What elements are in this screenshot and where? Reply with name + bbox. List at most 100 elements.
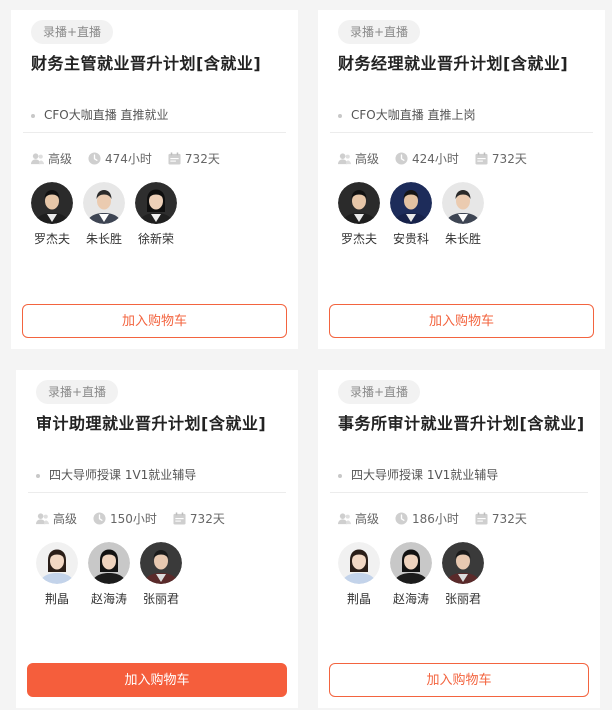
- meta-hours-text: 424小时: [412, 152, 459, 166]
- teacher-item[interactable]: 荆晶: [36, 542, 78, 607]
- teacher-name: 赵海涛: [392, 592, 429, 606]
- course-feature: 四大导师授课 1V1就业辅导: [36, 466, 288, 483]
- meta-level: 高级: [338, 510, 379, 527]
- level-icon: [31, 153, 44, 165]
- add-to-cart-button[interactable]: 加入购物车: [22, 304, 287, 338]
- meta-level-text: 高级: [355, 512, 380, 526]
- teacher-list: 罗杰夫 安贵科 朱长胜: [338, 182, 595, 247]
- bullet-dot: [338, 473, 342, 478]
- teacher-avatar[interactable]: [135, 182, 177, 224]
- course-feature: CFO大咖直播 直推上岗: [338, 106, 595, 123]
- divider: [330, 132, 593, 133]
- course-title[interactable]: 审计助理就业晋升计划[含就业]: [36, 410, 288, 434]
- course-meta: 高级 186小时 732天: [338, 510, 590, 527]
- meta-days: 732天: [475, 150, 527, 167]
- clock-icon: [395, 152, 408, 165]
- meta-hours: 186小时: [395, 510, 459, 527]
- teacher-avatar[interactable]: [338, 182, 380, 224]
- teacher-name: 荆晶: [346, 592, 371, 606]
- meta-hours: 424小时: [395, 150, 459, 167]
- course-title[interactable]: 事务所审计就业晋升计划[含就业]: [338, 410, 590, 434]
- meta-days-text: 732天: [491, 512, 527, 526]
- course-type-badge: 录播+直播: [338, 20, 421, 44]
- meta-hours: 474小时: [88, 150, 152, 167]
- calendar-icon: [475, 512, 488, 525]
- level-icon: [338, 153, 351, 165]
- teacher-item[interactable]: 荆晶: [338, 542, 380, 607]
- teacher-item[interactable]: 张丽君: [442, 542, 484, 607]
- teacher-avatar[interactable]: [140, 542, 182, 584]
- course-type-badge: 录播+直播: [338, 380, 421, 404]
- course-meta: 高级 150小时 732天: [36, 510, 288, 527]
- meta-days-text: 732天: [184, 152, 220, 166]
- teacher-avatar[interactable]: [442, 542, 484, 584]
- calendar-icon: [168, 152, 181, 165]
- teacher-item[interactable]: 罗杰夫: [31, 182, 73, 247]
- level-icon: [36, 513, 49, 525]
- course-feature-text: CFO大咖直播 直推上岗: [351, 108, 476, 122]
- meta-days-text: 732天: [491, 152, 527, 166]
- meta-level: 高级: [31, 150, 72, 167]
- course-meta: 高级 474小时 732天: [31, 150, 288, 167]
- course-feature: 四大导师授课 1V1就业辅导: [338, 466, 590, 483]
- teacher-name: 荆晶: [44, 592, 69, 606]
- course-type-badge: 录播+直播: [31, 20, 114, 44]
- meta-days: 732天: [173, 510, 225, 527]
- teacher-name: 赵海涛: [90, 592, 127, 606]
- divider: [28, 492, 286, 493]
- teacher-item[interactable]: 朱长胜: [442, 182, 484, 247]
- course-card: 录播+直播 财务主管就业晋升计划[含就业] CFO大咖直播 直推就业 高级 47…: [11, 10, 298, 349]
- divider: [330, 492, 588, 493]
- teacher-avatar[interactable]: [83, 182, 125, 224]
- clock-icon: [88, 152, 101, 165]
- course-card: 录播+直播 审计助理就业晋升计划[含就业] 四大导师授课 1V1就业辅导 高级 …: [16, 370, 298, 708]
- teacher-avatar[interactable]: [338, 542, 380, 584]
- divider: [23, 132, 286, 133]
- teacher-item[interactable]: 罗杰夫: [338, 182, 380, 247]
- clock-icon: [395, 512, 408, 525]
- meta-level-text: 高级: [53, 512, 78, 526]
- add-to-cart-button[interactable]: 加入购物车: [329, 304, 594, 338]
- teacher-avatar[interactable]: [390, 182, 432, 224]
- teacher-name: 罗杰夫: [340, 232, 377, 246]
- teacher-avatar[interactable]: [88, 542, 130, 584]
- teacher-name: 朱长胜: [85, 232, 122, 246]
- course-title[interactable]: 财务经理就业晋升计划[含就业]: [338, 50, 595, 74]
- course-feature-text: 四大导师授课 1V1就业辅导: [351, 468, 499, 482]
- teacher-name: 罗杰夫: [33, 232, 70, 246]
- teacher-name: 张丽君: [142, 592, 179, 606]
- meta-days: 732天: [168, 150, 220, 167]
- calendar-icon: [173, 512, 186, 525]
- bullet-dot: [31, 113, 35, 118]
- teacher-item[interactable]: 赵海涛: [390, 542, 432, 607]
- teacher-item[interactable]: 张丽君: [140, 542, 182, 607]
- teacher-avatar[interactable]: [390, 542, 432, 584]
- teacher-item[interactable]: 朱长胜: [83, 182, 125, 247]
- teacher-name: 张丽君: [444, 592, 481, 606]
- course-type-badge: 录播+直播: [36, 380, 119, 404]
- teacher-item[interactable]: 徐新荣: [135, 182, 177, 247]
- teacher-item[interactable]: 赵海涛: [88, 542, 130, 607]
- meta-hours-text: 474小时: [105, 152, 152, 166]
- meta-level-text: 高级: [355, 152, 380, 166]
- calendar-icon: [475, 152, 488, 165]
- level-icon: [338, 513, 351, 525]
- bullet-dot: [338, 113, 342, 118]
- meta-hours: 150小时: [93, 510, 157, 527]
- add-to-cart-button[interactable]: 加入购物车: [27, 663, 287, 697]
- course-card: 录播+直播 财务经理就业晋升计划[含就业] CFO大咖直播 直推上岗 高级 42…: [318, 10, 605, 349]
- add-to-cart-button[interactable]: 加入购物车: [329, 663, 589, 697]
- course-title[interactable]: 财务主管就业晋升计划[含就业]: [31, 50, 288, 74]
- meta-level-text: 高级: [48, 152, 73, 166]
- course-meta: 高级 424小时 732天: [338, 150, 595, 167]
- course-feature: CFO大咖直播 直推就业: [31, 106, 288, 123]
- bullet-dot: [36, 473, 40, 478]
- meta-hours-text: 186小时: [412, 512, 459, 526]
- teacher-avatar[interactable]: [36, 542, 78, 584]
- teacher-avatar[interactable]: [31, 182, 73, 224]
- teacher-name: 朱长胜: [444, 232, 481, 246]
- teacher-item[interactable]: 安贵科: [390, 182, 432, 247]
- teacher-list: 罗杰夫 朱长胜 徐新荣: [31, 182, 288, 247]
- meta-level: 高级: [36, 510, 77, 527]
- teacher-avatar[interactable]: [442, 182, 484, 224]
